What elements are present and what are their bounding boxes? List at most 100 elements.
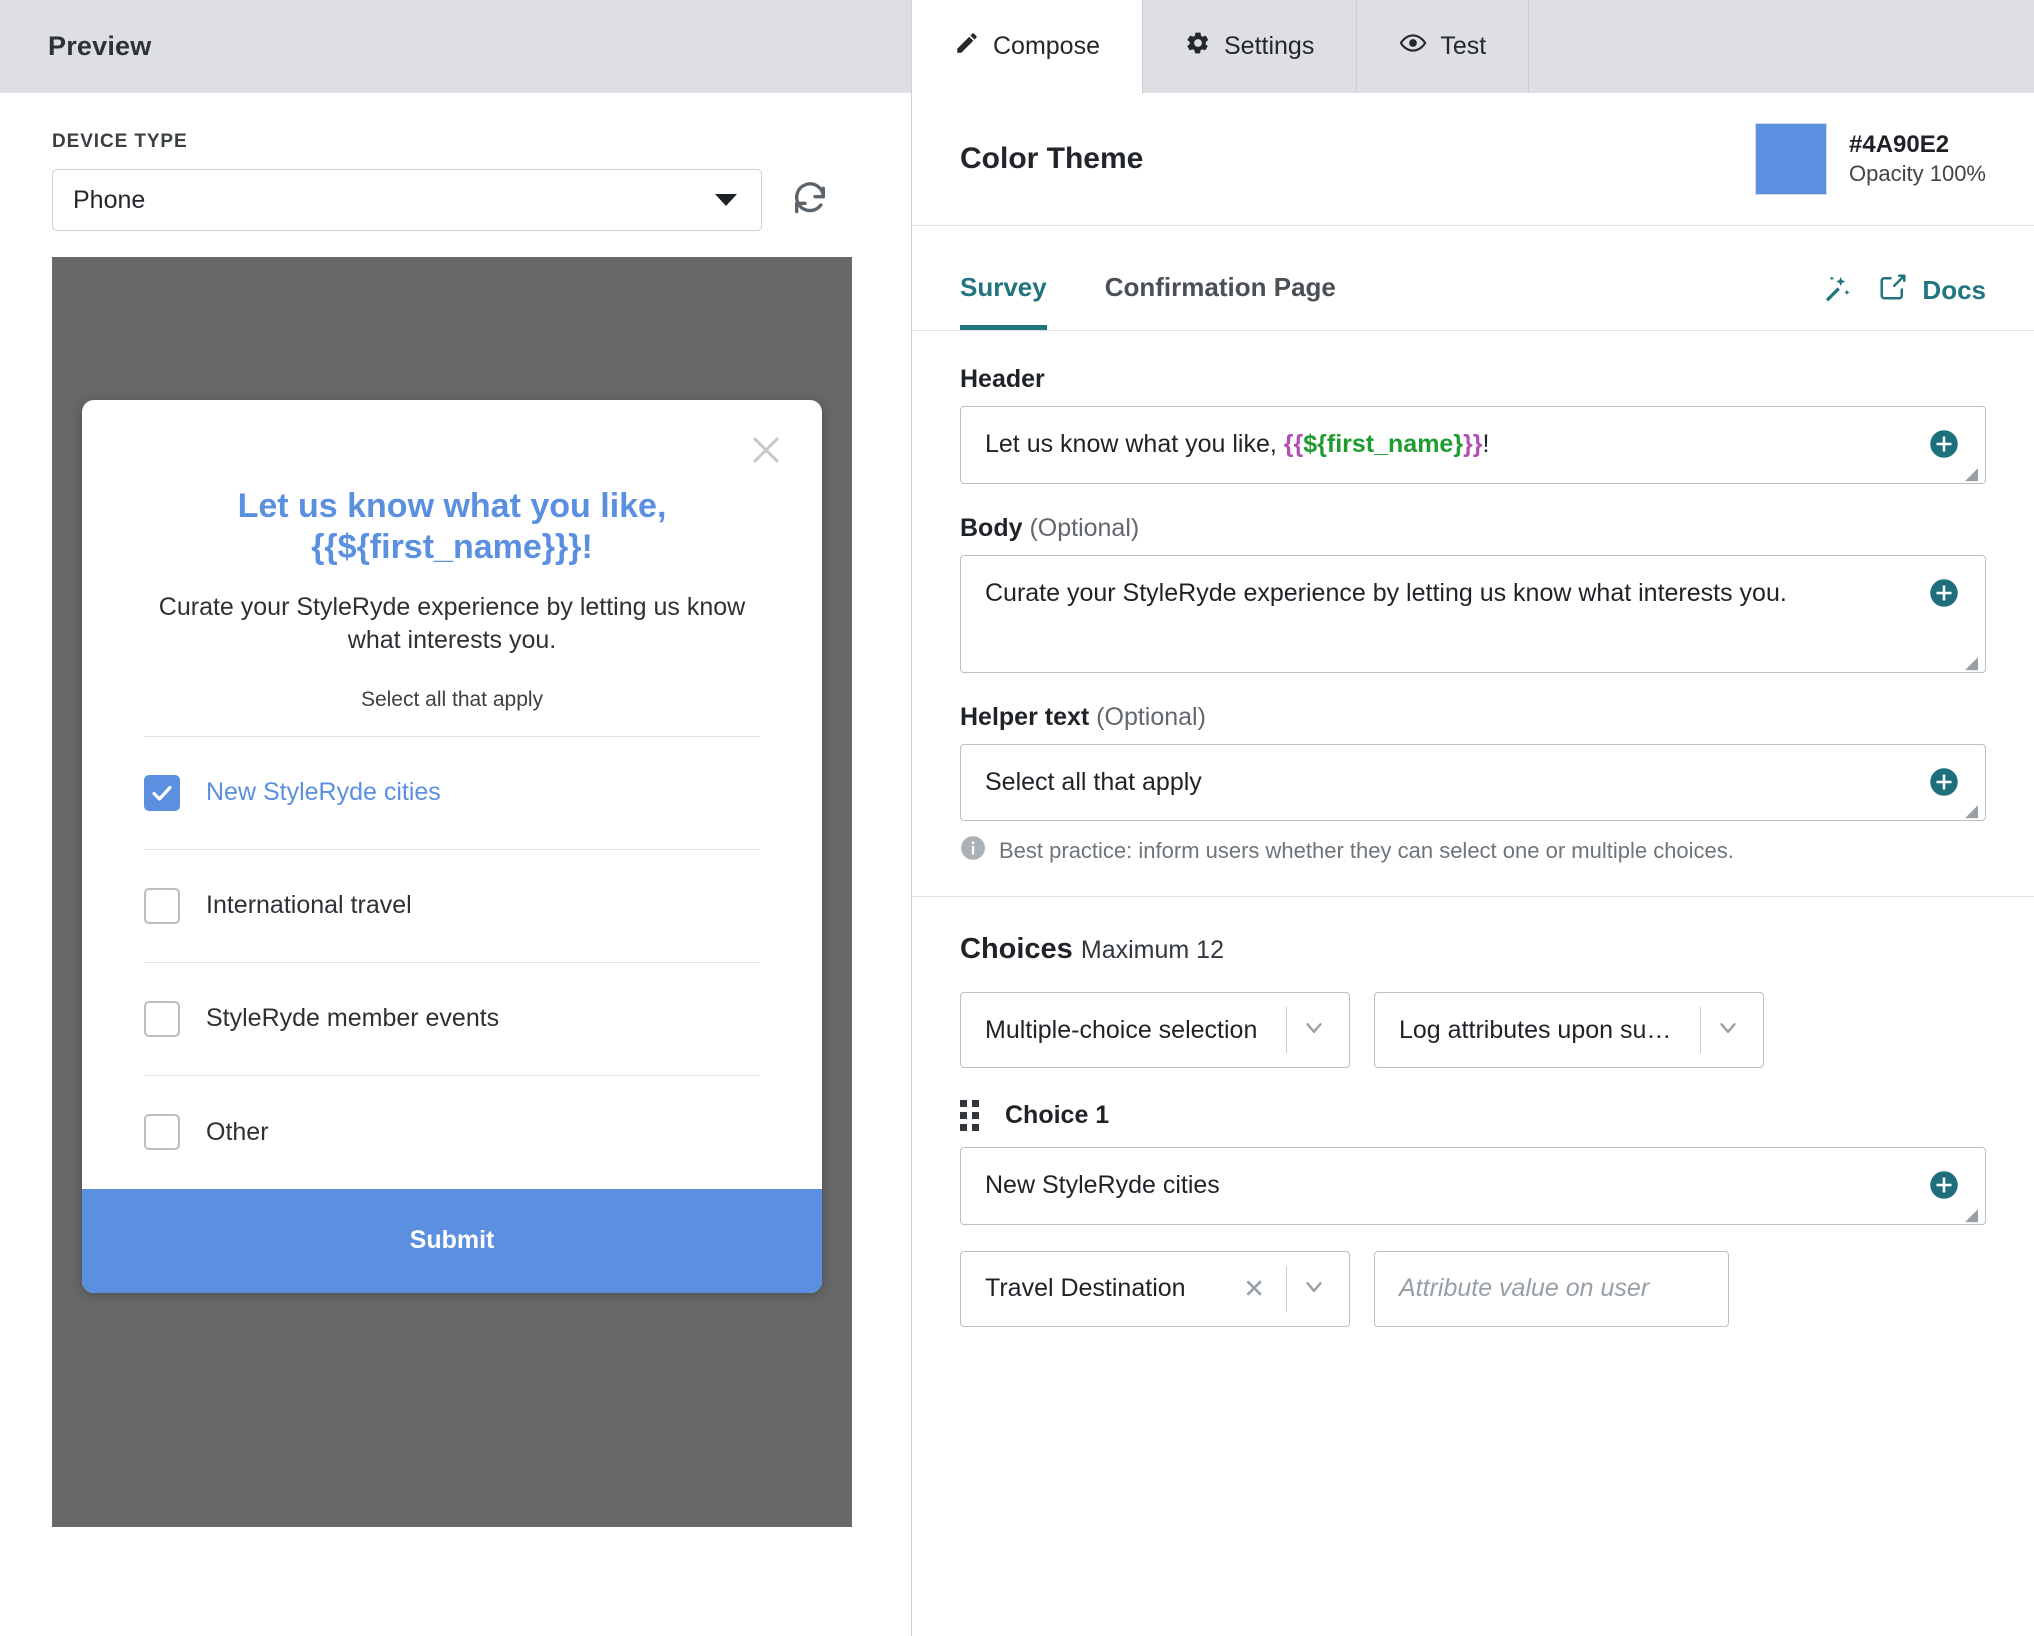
list-item[interactable]: New StyleRyde cities [144, 737, 760, 850]
helper-input[interactable]: Select all that apply ◢ [960, 743, 1986, 821]
tab-confirmation-page[interactable]: Confirmation Page [1105, 272, 1336, 330]
chevron-down-icon [1301, 1273, 1327, 1304]
modal-header-text: Let us know what you like, {{${first_nam… [237, 487, 667, 567]
dropdown-separator [1286, 1265, 1287, 1312]
choice-1-value: New StyleRyde cities [985, 1171, 1220, 1199]
choice-1-header: Choice 1 [960, 1100, 1986, 1131]
tab-survey[interactable]: Survey [960, 272, 1047, 330]
editor-tabbar: Compose Settings Test [912, 0, 2034, 93]
modal-body-text: Curate your StyleRyde experience by lett… [158, 592, 746, 655]
add-personalization-icon[interactable] [1929, 1170, 1959, 1211]
gear-icon [1185, 30, 1211, 63]
helper-optional-text: (Optional) [1096, 702, 1206, 731]
helper-hint: Best practice: inform users whether they… [960, 835, 1986, 866]
docs-label: Docs [1922, 275, 1986, 305]
body-input[interactable]: Curate your StyleRyde experience by lett… [960, 554, 1986, 673]
subtabs-left: Survey Confirmation Page [960, 272, 1336, 330]
helper-input-value: Select all that apply [985, 767, 1202, 796]
header-variable-token: ${first_name} [1303, 430, 1464, 458]
body-label-text: Body [960, 513, 1023, 542]
resize-handle[interactable]: ◢ [1965, 802, 1981, 819]
tab-compose[interactable]: Compose [912, 0, 1143, 93]
modal-helper-text: Select all that apply [360, 687, 544, 711]
choices-max-text: Maximum 12 [1080, 936, 1224, 964]
eye-icon [1399, 29, 1427, 64]
helper-label-text: Helper text [960, 702, 1090, 731]
device-type-row: Phone [52, 169, 911, 231]
color-hex-value: #4A90E2 [1849, 131, 1950, 159]
checkbox-checked-icon[interactable] [144, 774, 180, 811]
magic-wand-icon[interactable] [1820, 271, 1854, 310]
device-type-label: DEVICE TYPE [52, 131, 188, 152]
add-personalization-icon[interactable] [1929, 767, 1959, 808]
checkbox-icon[interactable] [144, 887, 180, 924]
editor-panel: Compose Settings Test Color Theme #4A90E… [912, 0, 2034, 1636]
add-personalization-icon[interactable] [1929, 578, 1959, 619]
checkbox-icon[interactable] [144, 1114, 180, 1151]
resize-handle[interactable]: ◢ [1965, 1206, 1981, 1223]
list-item[interactable]: International travel [144, 850, 760, 963]
tabbar-filler [1529, 0, 2034, 93]
header-input[interactable]: Let us know what you like, {{${first_nam… [960, 406, 1986, 484]
selection-type-value: Multiple-choice selection [985, 1015, 1258, 1044]
list-item-label: StyleRyde member events [206, 1004, 500, 1033]
header-text-after: ! [1482, 430, 1490, 458]
color-theme-title: Color Theme [960, 142, 1144, 175]
color-theme-text: #4A90E2 Opacity 100% [1849, 130, 1986, 188]
color-opacity-value: Opacity 100% [1849, 161, 1986, 187]
selection-type-dropdown[interactable]: Multiple-choice selection [960, 992, 1350, 1068]
helper-field-label: Helper text (Optional) [960, 703, 1986, 732]
tab-test[interactable]: Test [1357, 0, 1530, 93]
body-input-value: Curate your StyleRyde experience by lett… [985, 578, 1787, 607]
preview-panel: Preview DEVICE TYPE Phone Let us know wh… [0, 0, 912, 1636]
chevron-down-icon [1715, 1015, 1741, 1046]
device-type-section: DEVICE TYPE Phone [0, 93, 911, 231]
header-brace-close: }} [1463, 430, 1483, 458]
list-item[interactable]: Other [144, 1076, 760, 1189]
choices-section-header: Choices Maximum 12 [912, 897, 2034, 966]
color-theme-value: #4A90E2 Opacity 100% [1755, 123, 1986, 195]
list-item-label: New StyleRyde cities [206, 778, 441, 807]
tab-settings-label: Settings [1224, 32, 1315, 60]
editor-subtabs: Survey Confirmation Page Docs [912, 226, 2034, 331]
submit-button[interactable]: Submit [82, 1188, 822, 1293]
body-field-label: Body (Optional) [960, 514, 1986, 543]
attribute-dropdown[interactable]: Travel Destination ✕ [960, 1250, 1350, 1327]
page-title: Preview [48, 31, 152, 61]
choice-1-attribute-row: Travel Destination ✕ Attribute value on … [912, 1225, 2034, 1327]
chevron-down-icon [715, 194, 737, 206]
color-swatch[interactable] [1755, 123, 1828, 195]
tab-settings[interactable]: Settings [1143, 0, 1358, 93]
list-item-label: International travel [206, 891, 412, 920]
resize-handle[interactable]: ◢ [1965, 465, 1981, 482]
attribute-value: Travel Destination [985, 1274, 1186, 1302]
survey-form: Header Let us know what you like, {{${fi… [912, 331, 2034, 866]
choice-1-label: Choice 1 [1005, 1101, 1110, 1129]
add-personalization-icon[interactable] [1929, 429, 1959, 470]
phone-preview-frame: Let us know what you like, {{${first_nam… [52, 257, 852, 1527]
log-behavior-dropdown[interactable]: Log attributes upon subm... [1374, 992, 1764, 1068]
header-field-group: Header Let us know what you like, {{${fi… [960, 365, 1986, 484]
device-type-select[interactable]: Phone [52, 169, 762, 231]
pencil-icon [954, 30, 980, 63]
refresh-icon[interactable] [788, 178, 832, 222]
external-link-icon [1878, 272, 1908, 309]
header-brace-open: {{ [1283, 430, 1304, 458]
body-field-group: Body (Optional) Curate your StyleRyde ex… [960, 514, 1986, 673]
docs-link[interactable]: Docs [1878, 272, 1986, 309]
drag-handle-icon[interactable] [960, 1100, 979, 1131]
list-item[interactable]: StyleRyde member events [144, 963, 760, 1076]
checkbox-icon[interactable] [144, 1000, 180, 1037]
choices-config-row: Multiple-choice selection Log attributes… [912, 966, 2034, 1068]
clear-icon[interactable]: ✕ [1243, 1273, 1265, 1304]
close-icon[interactable] [744, 428, 788, 472]
header-field-label: Header [960, 365, 1045, 393]
modal-content: Let us know what you like, {{${first_nam… [82, 400, 822, 1189]
choice-1-input[interactable]: New StyleRyde cities ◢ [960, 1147, 1986, 1225]
attribute-value-input[interactable]: Attribute value on user [1374, 1250, 1729, 1327]
header-text-before: Let us know what you like, [985, 430, 1284, 458]
tab-test-label: Test [1440, 32, 1487, 60]
choices-title-text: Choices [960, 933, 1073, 965]
chevron-down-icon [1301, 1015, 1327, 1046]
resize-handle[interactable]: ◢ [1965, 654, 1981, 671]
